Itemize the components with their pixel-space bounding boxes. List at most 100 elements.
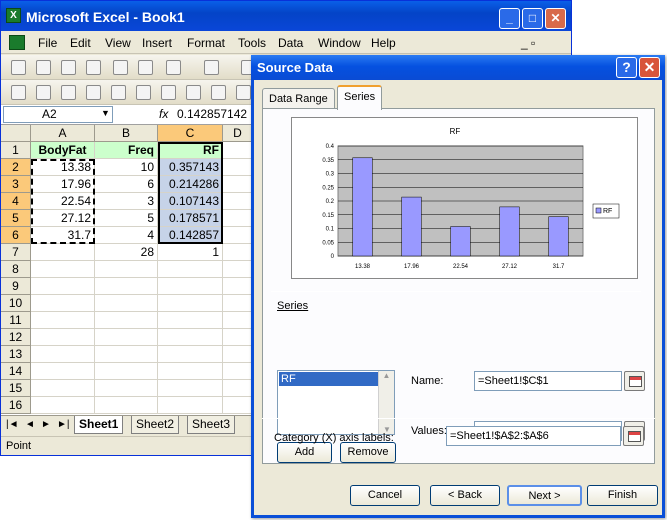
help-icon[interactable]: ? xyxy=(616,57,637,78)
cell[interactable]: 28 xyxy=(95,244,158,261)
cell[interactable] xyxy=(95,278,158,295)
tab-sheet3[interactable]: Sheet3 xyxy=(187,416,236,434)
cell[interactable]: 10 xyxy=(95,159,158,176)
toolbar-icon-10[interactable] xyxy=(236,85,251,100)
finish-button[interactable]: Finish xyxy=(587,485,658,506)
cell[interactable]: 1 xyxy=(158,244,223,261)
toolbar-icon-3[interactable] xyxy=(61,85,76,100)
cell[interactable] xyxy=(31,244,95,261)
minimize-icon[interactable]: _ xyxy=(499,8,520,29)
cell[interactable]: 6 xyxy=(95,176,158,193)
cell[interactable] xyxy=(223,176,253,193)
fx-label[interactable]: fx xyxy=(159,107,168,121)
series-list-item[interactable]: RF xyxy=(279,372,378,386)
row-header[interactable]: 1 xyxy=(1,142,31,159)
next-button[interactable]: Next > xyxy=(507,485,582,506)
cell[interactable] xyxy=(95,346,158,363)
cell[interactable] xyxy=(223,397,253,414)
undo-icon[interactable] xyxy=(204,60,219,75)
collapse-dialog-icon[interactable] xyxy=(624,371,645,391)
toolbar-icon-4[interactable] xyxy=(86,85,101,100)
cell[interactable] xyxy=(31,363,95,380)
cell[interactable] xyxy=(223,193,253,210)
row-header[interactable]: 6 xyxy=(1,227,31,244)
cell[interactable] xyxy=(223,261,253,278)
cell[interactable] xyxy=(31,329,95,346)
collapse-dialog-icon[interactable] xyxy=(623,426,644,446)
toolbar-icon-5[interactable] xyxy=(111,85,126,100)
toolbar-icon-2[interactable] xyxy=(36,85,51,100)
cell[interactable] xyxy=(95,295,158,312)
toolbar-icon-9[interactable] xyxy=(211,85,226,100)
dialog-title-bar[interactable]: Source Data ? ✕ xyxy=(251,55,665,80)
row-header[interactable]: 16 xyxy=(1,397,31,414)
column-header[interactable]: D xyxy=(223,125,253,142)
maximize-icon[interactable]: □ xyxy=(522,8,543,29)
row-header[interactable]: 13 xyxy=(1,346,31,363)
cell[interactable] xyxy=(158,312,223,329)
cell[interactable] xyxy=(31,380,95,397)
tab-series[interactable]: Series xyxy=(337,85,383,110)
add-button[interactable]: Add xyxy=(277,442,332,463)
row-header[interactable]: 12 xyxy=(1,329,31,346)
toolbar-icon-7[interactable] xyxy=(161,85,176,100)
cell[interactable] xyxy=(223,363,253,380)
cell[interactable] xyxy=(158,261,223,278)
menu-view[interactable]: View xyxy=(105,36,131,50)
first-sheet-icon[interactable]: |◄ xyxy=(6,419,19,430)
cell[interactable] xyxy=(31,278,95,295)
cell[interactable] xyxy=(223,244,253,261)
cell[interactable] xyxy=(158,295,223,312)
row-header[interactable]: 15 xyxy=(1,380,31,397)
close-icon[interactable]: ✕ xyxy=(545,8,566,29)
cell[interactable] xyxy=(158,380,223,397)
toolbar-icon-1[interactable] xyxy=(11,85,26,100)
row-header[interactable]: 8 xyxy=(1,261,31,278)
toolbar-icon-8[interactable] xyxy=(186,85,201,100)
row-header[interactable]: 7 xyxy=(1,244,31,261)
cell[interactable] xyxy=(223,278,253,295)
cell[interactable]: 5 xyxy=(95,210,158,227)
print-icon[interactable] xyxy=(113,60,128,75)
last-sheet-icon[interactable]: ►| xyxy=(57,419,70,430)
new-icon[interactable] xyxy=(11,60,26,75)
cell[interactable] xyxy=(223,329,253,346)
cell[interactable] xyxy=(95,329,158,346)
column-header[interactable]: A xyxy=(31,125,95,142)
save-icon[interactable] xyxy=(61,60,76,75)
prev-sheet-icon[interactable]: ◄ xyxy=(25,419,35,430)
menu-edit[interactable]: Edit xyxy=(70,36,91,50)
cell[interactable] xyxy=(223,210,253,227)
cell[interactable] xyxy=(31,295,95,312)
cell[interactable] xyxy=(31,261,95,278)
menu-file[interactable]: File xyxy=(38,36,57,50)
cell[interactable] xyxy=(223,346,253,363)
row-header[interactable]: 2 xyxy=(1,159,31,176)
cell[interactable] xyxy=(95,397,158,414)
menu-tools[interactable]: Tools xyxy=(238,36,266,50)
cell[interactable]: 4 xyxy=(95,227,158,244)
cancel-button[interactable]: Cancel xyxy=(350,485,420,506)
row-header[interactable]: 11 xyxy=(1,312,31,329)
cell[interactable] xyxy=(95,380,158,397)
cell[interactable]: 3 xyxy=(95,193,158,210)
row-header[interactable]: 9 xyxy=(1,278,31,295)
series-listbox[interactable]: RF ▲ ▼ xyxy=(277,370,395,435)
row-header[interactable]: 14 xyxy=(1,363,31,380)
cell[interactable] xyxy=(31,346,95,363)
restore-window-icon[interactable]: _ ▫ xyxy=(521,36,535,50)
cell[interactable] xyxy=(95,261,158,278)
cell[interactable] xyxy=(223,312,253,329)
cell[interactable] xyxy=(95,312,158,329)
cell[interactable] xyxy=(223,380,253,397)
tab-sheet1[interactable]: Sheet1 xyxy=(74,416,124,434)
cell[interactable] xyxy=(158,278,223,295)
row-header[interactable]: 3 xyxy=(1,176,31,193)
cell[interactable] xyxy=(223,227,253,244)
formula-input[interactable]: 0.142857142 xyxy=(177,107,247,121)
excel-title-bar[interactable]: X Microsoft Excel - Book1 _ □ ✕ xyxy=(1,1,571,31)
cell[interactable] xyxy=(223,159,253,176)
row-header[interactable]: 4 xyxy=(1,193,31,210)
open-icon[interactable] xyxy=(36,60,51,75)
menu-window[interactable]: Window xyxy=(318,36,361,50)
